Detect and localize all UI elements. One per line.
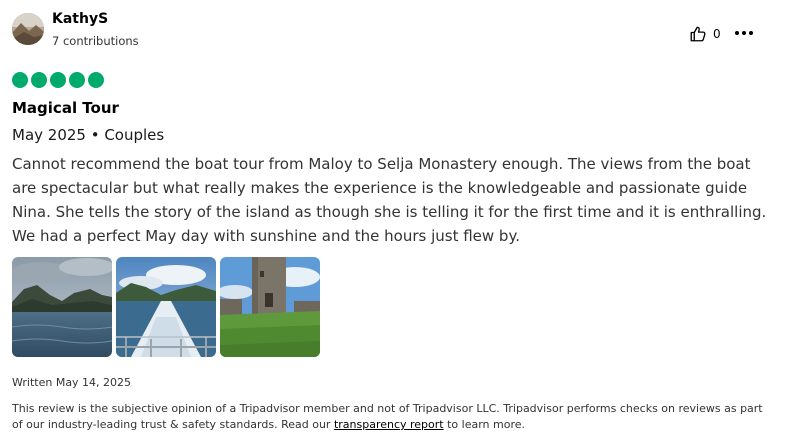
fjord-mountains-photo-icon xyxy=(12,257,112,357)
stone-tower-photo-icon xyxy=(220,257,320,357)
helpful-vote-count: 0 xyxy=(713,27,721,41)
review-photos xyxy=(12,257,320,357)
review-date-type: May 2025 • Couples xyxy=(12,126,165,144)
review-photo[interactable] xyxy=(12,257,112,357)
review-photo[interactable] xyxy=(220,257,320,357)
review-disclaimer: This review is the subjective opinion of… xyxy=(12,401,772,433)
helpful-vote-button[interactable]: 0 xyxy=(689,24,721,44)
rating-bubble-icon xyxy=(88,72,104,88)
review-title[interactable]: Magical Tour xyxy=(12,99,119,117)
disclaimer-text-end: to learn more. xyxy=(443,418,526,431)
more-options-icon xyxy=(735,31,753,35)
rating-bubble-icon xyxy=(12,72,28,88)
rating-bubble-icon xyxy=(69,72,85,88)
review-text: Cannot recommend the boat tour from Malo… xyxy=(12,155,767,245)
avatar-photo-icon xyxy=(12,13,44,45)
rating-bubble-icon xyxy=(50,72,66,88)
more-options-button[interactable] xyxy=(733,24,755,42)
thumbs-up-icon xyxy=(690,26,706,42)
review-photo[interactable] xyxy=(116,257,216,357)
rating-bubbles xyxy=(12,72,104,88)
transparency-report-link[interactable]: transparency report xyxy=(334,418,444,431)
author-name[interactable]: KathyS xyxy=(52,11,108,27)
author-contributions: 7 contributions xyxy=(52,34,139,48)
author-avatar[interactable] xyxy=(12,13,44,45)
boat-wake-photo-icon xyxy=(116,257,216,357)
written-date: Written May 14, 2025 xyxy=(12,376,132,389)
rating-bubble-icon xyxy=(31,72,47,88)
